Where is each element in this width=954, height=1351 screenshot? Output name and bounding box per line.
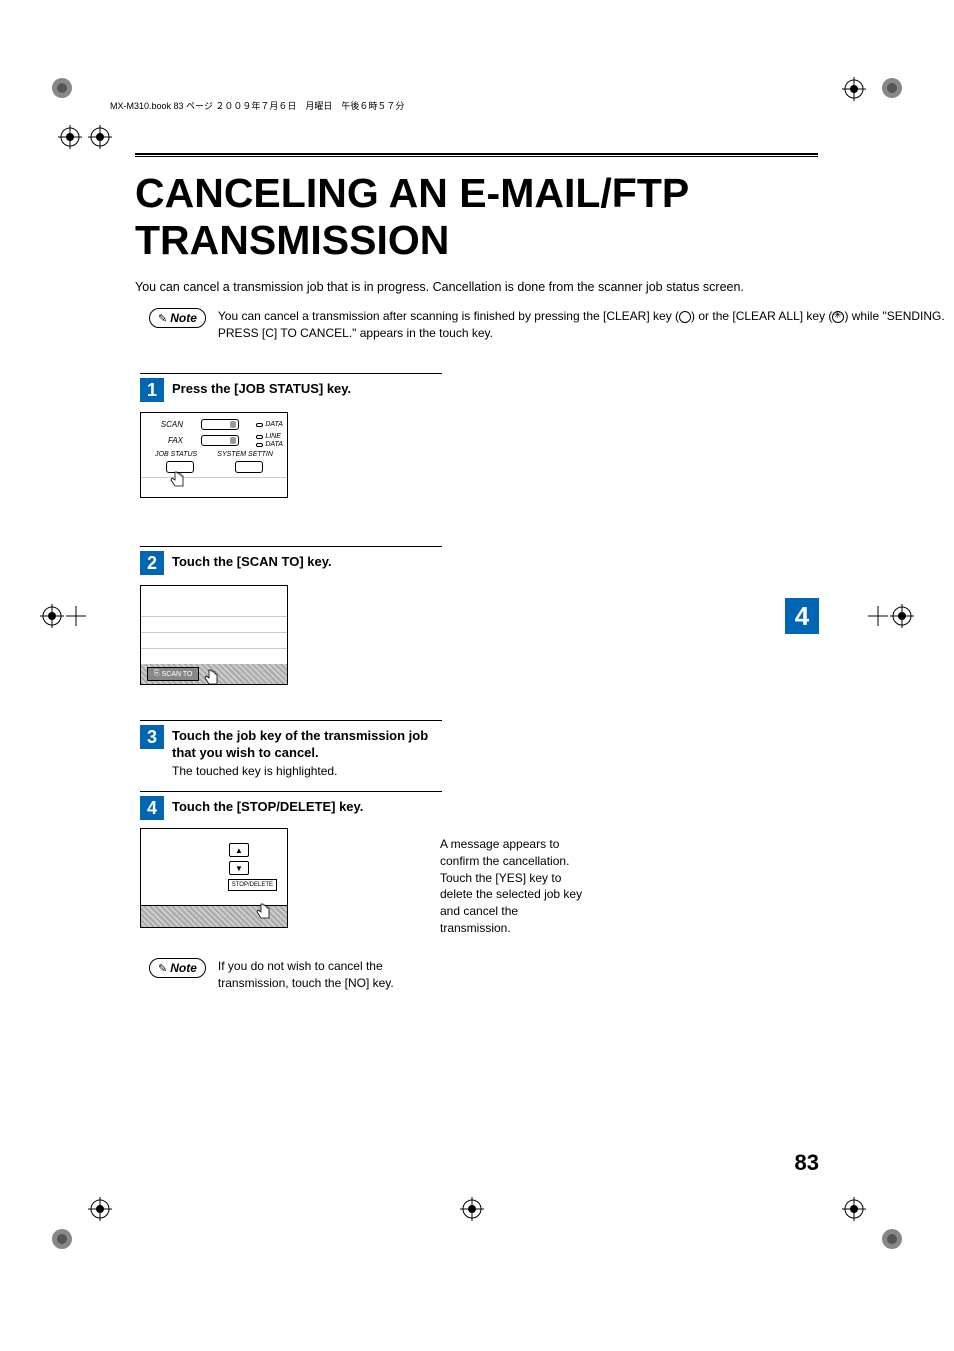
note-box-2: ✎ Note If you do not wish to cancel the … — [149, 958, 448, 992]
scan-slot — [201, 419, 239, 430]
step-4-title: Touch the [STOP/DELETE] key. — [172, 796, 363, 816]
clear-all-key-icon — [832, 311, 844, 323]
device-panel-illustration: SCAN DATA FAX LINE DATA JOB STATUS SYSTE… — [140, 412, 288, 498]
pencil-icon: ✎ — [158, 962, 167, 975]
step-4-text: A message appears to confirm the cancell… — [440, 836, 588, 937]
step-number-2: 2 — [140, 551, 164, 575]
note-badge: ✎ Note — [149, 958, 206, 978]
stop-delete-button: STOP/DELETE — [228, 879, 277, 891]
step-1-title: Press the [JOB STATUS] key. — [172, 378, 351, 398]
note-label: Note — [170, 311, 197, 325]
step-1: 1 Press the [JOB STATUS] key. SCAN DATA … — [140, 373, 450, 498]
step-3-title: Touch the job key of the transmission jo… — [172, 725, 450, 762]
note-label: Note — [170, 961, 197, 975]
register-mark-br — [842, 1197, 866, 1221]
title-rule — [135, 153, 818, 157]
crop-mark-br — [880, 1227, 904, 1251]
up-arrow-button: ▲ — [229, 843, 249, 857]
step-number-4: 4 — [140, 796, 164, 820]
register-mark-bl — [88, 1197, 112, 1221]
pencil-icon: ✎ — [158, 312, 167, 325]
step-3: 3 Touch the job key of the transmission … — [140, 720, 450, 778]
note-content-2: If you do not wish to cancel the transmi… — [218, 958, 448, 992]
step-number-1: 1 — [140, 378, 164, 402]
scan-to-button: ⎘ SCAN TO — [147, 667, 199, 681]
register-mark-ml — [40, 604, 86, 628]
register-mark-mr — [868, 604, 914, 628]
chapter-tab: 4 — [785, 598, 819, 634]
register-mark-tr — [842, 77, 866, 101]
touchscreen-illustration-4: ▲ ▼ STOP/DELETE — [140, 828, 288, 928]
crop-mark-tr — [880, 76, 904, 100]
step-2-title: Touch the [SCAN TO] key. — [172, 551, 332, 571]
step-2: 2 Touch the [SCAN TO] key. ⎘ SCAN TO — [140, 546, 450, 685]
system-settings-button — [235, 461, 263, 473]
hand-pointer-icon — [169, 470, 187, 488]
step-number-3: 3 — [140, 725, 164, 749]
print-header: MX-M310.book 83 ページ ２００９年７月６日 月曜日 午後６時５７… — [110, 99, 404, 112]
fax-slot — [201, 435, 239, 446]
step-4: 4 Touch the [STOP/DELETE] key. ▲ ▼ STOP/… — [140, 791, 450, 928]
page-title: CANCELING AN E-MAIL/FTP TRANSMISSION — [135, 170, 954, 264]
scan-icon: ⎘ — [154, 670, 160, 678]
register-mark-tl — [58, 125, 82, 149]
touchscreen-illustration-2: ⎘ SCAN TO — [140, 585, 288, 685]
page-number: 83 — [795, 1150, 819, 1176]
hand-pointer-icon — [255, 902, 273, 920]
clear-key-icon — [679, 311, 691, 323]
crop-mark-tl — [50, 76, 74, 100]
register-mark-bc — [460, 1197, 484, 1221]
note-badge: ✎ Note — [149, 308, 206, 328]
note-box-1: ✎ Note You can cancel a transmission aft… — [149, 308, 954, 342]
note-content-1: You can cancel a transmission after scan… — [218, 308, 954, 342]
down-arrow-button: ▼ — [229, 861, 249, 875]
hand-pointer-icon — [203, 668, 221, 686]
register-mark-tl2 — [88, 125, 112, 149]
crop-mark-bl — [50, 1227, 74, 1251]
step-3-body: The touched key is highlighted. — [172, 764, 450, 778]
intro-paragraph: You can cancel a transmission job that i… — [135, 280, 818, 294]
